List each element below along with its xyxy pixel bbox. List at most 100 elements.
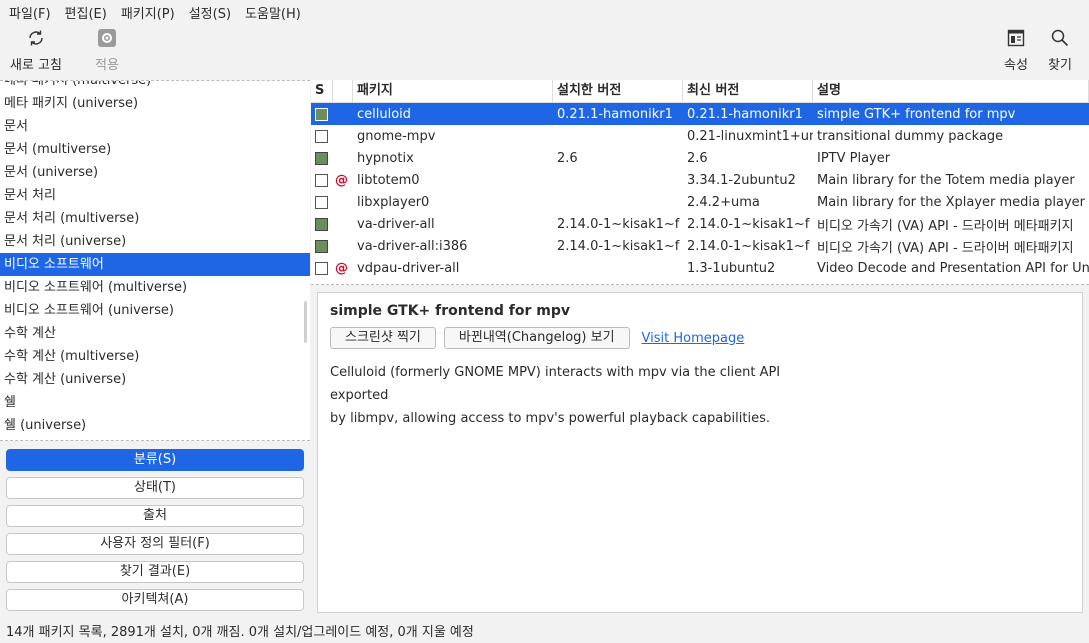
search-icon bbox=[1051, 29, 1069, 47]
detail-title: simple GTK+ frontend for mpv bbox=[330, 303, 571, 319]
cell-description: simple GTK+ frontend for mpv bbox=[817, 106, 1016, 122]
refresh-label: 새로 고침 bbox=[10, 58, 62, 73]
category-item[interactable]: 메타 패키지 (universe) bbox=[0, 92, 310, 115]
column-header[interactable]: 패키지 bbox=[353, 80, 553, 103]
table-row[interactable]: libxplayer0 2.4.2+uma Main library for the… bbox=[311, 191, 1089, 213]
cell-latest-version: 2.4.2+uma bbox=[687, 194, 760, 210]
filter-button[interactable]: 찾기 결과(E) bbox=[6, 561, 304, 583]
column-header[interactable]: 설치한 버전 bbox=[553, 80, 683, 103]
column-header[interactable]: S bbox=[311, 80, 333, 103]
cell-description: transitional dummy package bbox=[817, 128, 1004, 144]
status-checkbox[interactable] bbox=[315, 151, 328, 165]
category-item[interactable]: 문서 처리 bbox=[0, 184, 310, 207]
cell-name: va-driver-all bbox=[357, 216, 435, 232]
menu-item[interactable]: 패키지(P) bbox=[114, 3, 182, 22]
menu-item[interactable]: 설정(S) bbox=[182, 3, 238, 22]
menu-item[interactable]: 파일(F) bbox=[2, 3, 58, 22]
category-item[interactable]: 쉘 bbox=[0, 391, 310, 414]
filter-button[interactable]: 상태(T) bbox=[6, 477, 304, 499]
status-checkbox[interactable] bbox=[315, 239, 328, 253]
changelog-button[interactable]: 바뀐내역(Changelog) 보기 bbox=[443, 327, 630, 349]
category-item[interactable]: 문서 처리 (multiverse) bbox=[0, 207, 310, 230]
table-row[interactable]: @ libtotem0 3.34.1-2ubuntu2 Main library fo… bbox=[311, 169, 1089, 191]
cell-name: gnome-mpv bbox=[357, 128, 436, 144]
apply-label: 적용 bbox=[95, 58, 119, 73]
cell-latest-version: 3.34.1-2ubuntu2 bbox=[687, 172, 796, 188]
properties-button[interactable]: 속성 bbox=[1004, 28, 1028, 73]
cell-description: IPTV Player bbox=[817, 150, 891, 166]
column-header[interactable]: 최신 버전 bbox=[683, 80, 813, 103]
cell-description: Video Decode and Presentation API for Un… bbox=[817, 260, 1089, 276]
cell-latest-version: 0.21-linuxmint1+uma bbox=[687, 128, 813, 144]
package-table: S 패키지 설치한 버전 최신 버전 설명 celluloid 0.21.1-hamoni… bbox=[311, 80, 1089, 285]
category-item[interactable]: 문서 (universe) bbox=[0, 161, 310, 184]
properties-icon bbox=[1007, 29, 1025, 47]
category-item[interactable]: 문서 bbox=[0, 115, 310, 138]
category-item[interactable]: 수학 계산 (universe) bbox=[0, 368, 310, 391]
cell-installed-version: 2.14.0-1~kisak1~f bbox=[557, 216, 680, 232]
table-row[interactable]: hypnotix 2.6 2.6 IPTV Player bbox=[311, 147, 1089, 169]
screenshot-button[interactable]: 스크린샷 찍기 bbox=[330, 327, 436, 349]
column-header[interactable] bbox=[333, 80, 353, 103]
filter-button[interactable]: 사용자 정의 필터(F) bbox=[6, 533, 304, 555]
category-item[interactable]: 수학 계산 bbox=[0, 322, 310, 345]
detail-description: Celluloid (formerly GNOME MPV) interacts… bbox=[330, 361, 810, 430]
cell-name: celluloid bbox=[357, 106, 412, 122]
debian-icon: @ bbox=[335, 260, 348, 276]
cell-description: Main library for the Totem media player bbox=[817, 172, 1075, 188]
status-checkbox[interactable] bbox=[315, 195, 328, 209]
package-detail: simple GTK+ frontend for mpv 스크린샷 찍기 바뀐내… bbox=[317, 292, 1083, 613]
refresh-icon bbox=[29, 30, 43, 46]
category-item[interactable]: 쉘 (universe) bbox=[0, 414, 310, 437]
category-item[interactable]: 비디오 소프트웨어 (multiverse) bbox=[0, 276, 310, 299]
cell-installed-version: 0.21.1-hamonikr1 bbox=[557, 106, 673, 122]
table-row[interactable]: va-driver-all 2.14.0-1~kisak1~f 2.14.0-1~k… bbox=[311, 213, 1089, 235]
status-checkbox[interactable] bbox=[315, 129, 328, 143]
debian-icon: @ bbox=[335, 172, 348, 188]
menu-bar: 파일(F) 편집(E) 패키지(P) 설정(S) 도움말(H) bbox=[0, 0, 1089, 24]
category-item[interactable]: 비디오 소프트웨어 bbox=[0, 253, 310, 276]
cell-latest-version: 2.14.0-1~kisak1~f bbox=[687, 216, 810, 232]
category-scrollbar[interactable] bbox=[304, 301, 307, 343]
cell-name: va-driver-all:i386 bbox=[357, 238, 468, 254]
category-item[interactable]: 문서 처리 (universe) bbox=[0, 230, 310, 253]
cell-latest-version: 2.6 bbox=[687, 150, 708, 166]
table-row[interactable]: va-driver-all:i386 2.14.0-1~kisak1~f 2.14.… bbox=[311, 235, 1089, 257]
table-header: S 패키지 설치한 버전 최신 버전 설명 bbox=[311, 80, 1089, 103]
filter-buttons: 분류(S) 상태(T) 출처사용자 정의 필터(F) 찾기 결과(E) 아키텍쳐(A) bbox=[6, 449, 304, 617]
table-row[interactable]: celluloid 0.21.1-hamonikr1 0.21.1-hamonikr… bbox=[311, 103, 1089, 125]
search-button[interactable]: 찾기 bbox=[1048, 28, 1072, 73]
cell-description: 비디오 가속기 (VA) API - 드라이버 메타패키지 bbox=[817, 218, 1074, 234]
apply-button[interactable]: 적용 bbox=[95, 28, 119, 73]
properties-label: 속성 bbox=[1004, 58, 1028, 73]
refresh-button[interactable]: 새로 고침 bbox=[10, 28, 62, 73]
filter-button[interactable]: 분류(S) bbox=[6, 449, 304, 471]
category-item[interactable]: 비디오 소프트웨어 (universe) bbox=[0, 299, 310, 322]
status-checkbox[interactable] bbox=[315, 261, 328, 275]
status-checkbox[interactable] bbox=[315, 107, 328, 121]
cell-latest-version: 0.21.1-hamonikr1 bbox=[687, 106, 803, 122]
menu-item[interactable]: 편집(E) bbox=[58, 3, 114, 22]
description-line: by libmpv, allowing access to mpv's powe… bbox=[330, 411, 770, 426]
status-checkbox[interactable] bbox=[315, 217, 328, 231]
cell-installed-version: 2.14.0-1~kisak1~f bbox=[557, 238, 680, 254]
cell-name: libtotem0 bbox=[357, 172, 420, 188]
cell-name: vdpau-driver-all bbox=[357, 260, 460, 276]
category-item[interactable]: 메타 패키지 (multiverse) bbox=[0, 81, 310, 92]
category-list: 메타 패키지 (multiverse) 메타 패키지 (universe) 문서 문서… bbox=[0, 80, 310, 441]
description-line: Celluloid (formerly GNOME MPV) interacts… bbox=[330, 365, 781, 403]
column-header[interactable]: 설명 bbox=[813, 80, 1089, 103]
table-row[interactable]: @ vdpau-driver-all 1.3-1ubuntu2 Video Decod… bbox=[311, 257, 1089, 279]
filter-button[interactable]: 아키텍쳐(A) bbox=[6, 589, 304, 611]
status-bar: 14개 패키지 목록, 2891개 설치, 0개 깨짐. 0개 설치/업그레이드… bbox=[6, 625, 474, 640]
table-row[interactable]: gnome-mpv 0.21-linuxmint1+umatransitional… bbox=[311, 125, 1089, 147]
status-checkbox[interactable] bbox=[315, 173, 328, 187]
filter-button[interactable]: 출처 bbox=[6, 505, 304, 527]
menu-item[interactable]: 도움말(H) bbox=[238, 3, 308, 22]
category-item[interactable]: 수학 계산 (multiverse) bbox=[0, 345, 310, 368]
homepage-link[interactable]: Visit Homepage bbox=[642, 331, 745, 346]
cell-installed-version: 2.6 bbox=[557, 150, 578, 166]
category-item[interactable]: 문서 (multiverse) bbox=[0, 138, 310, 161]
search-label: 찾기 bbox=[1048, 58, 1072, 73]
cell-latest-version: 2.14.0-1~kisak1~f bbox=[687, 238, 810, 254]
